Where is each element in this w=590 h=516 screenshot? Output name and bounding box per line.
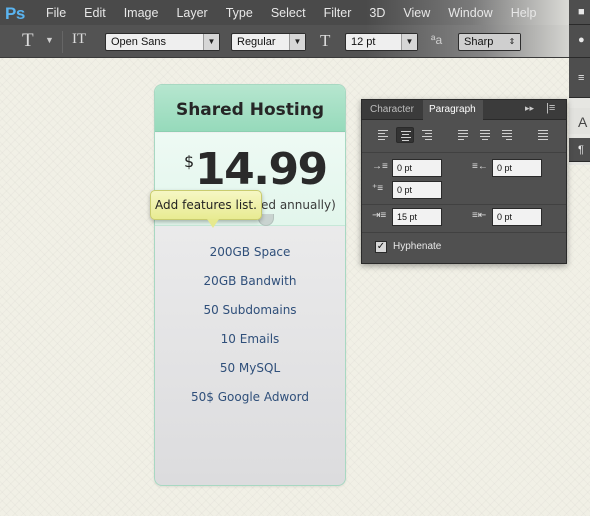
feature-list: 200GB Space 20GB Bandwith 50 Subdomains … (155, 245, 345, 419)
font-family-value: Open Sans (111, 36, 167, 48)
options-divider (62, 31, 63, 53)
align-left-button[interactable] (374, 127, 392, 143)
feature-item: 200GB Space (209, 245, 291, 259)
font-size-select[interactable]: 12 pt ▼ (345, 33, 418, 51)
chevron-down-icon: ▼ (401, 34, 417, 50)
panel-tabs: Character Paragraph ▸▸ |≡ (362, 100, 566, 120)
tool-preset-arrow-icon[interactable]: ▼ (45, 35, 54, 45)
layers-icon: ≡ (578, 72, 585, 84)
chevron-down-icon: ▼ (203, 34, 219, 50)
annotation-tooltip: Add features list. (150, 190, 262, 220)
indent-left-icon: →≡ (372, 161, 388, 172)
price-amount: 14.99 (195, 144, 328, 195)
checkmark-icon: ✓ (376, 241, 386, 252)
pricing-card: Shared Hosting $ 14.99 ed annually) 200G… (154, 84, 346, 486)
hyphenate-label: Hyphenate (393, 241, 442, 252)
card-header: Shared Hosting (155, 85, 345, 132)
type-tool-icon[interactable]: T (22, 30, 34, 52)
dock-button-2[interactable]: ● (569, 25, 590, 58)
menu-file[interactable]: File (46, 6, 66, 20)
indent-right-icon: ≡← (472, 161, 488, 172)
antialias-value: Sharp (464, 36, 494, 48)
menu-3d[interactable]: 3D (369, 6, 385, 20)
menu-image[interactable]: Image (124, 6, 159, 20)
plan-title: Shared Hosting (175, 100, 325, 120)
font-size-value: 12 pt (351, 36, 376, 48)
menu-items: File Edit Image Layer Type Select Filter… (46, 0, 554, 25)
tab-character[interactable]: Character (364, 100, 420, 120)
indent-first-line-field[interactable]: 0 pt (392, 181, 442, 199)
antialias-icon: ªa (431, 33, 443, 47)
hyphenate-checkbox[interactable]: ✓ (375, 241, 387, 253)
feature-item: 50$ Google Adword (191, 390, 309, 404)
dock-button-3[interactable]: ≡ (569, 58, 590, 98)
feature-item: 50 MySQL (219, 361, 281, 375)
menu-view[interactable]: View (403, 6, 430, 20)
info-icon: ● (578, 34, 585, 46)
menu-window[interactable]: Window (448, 6, 492, 20)
justify-last-left-button[interactable] (454, 127, 472, 143)
panel-divider (362, 204, 566, 205)
space-after-field[interactable]: 0 pt (492, 208, 542, 226)
dock-button-1[interactable]: ■ (569, 0, 590, 25)
align-center-button[interactable] (396, 127, 414, 143)
font-style-select[interactable]: Regular ▼ (231, 33, 306, 51)
menu-select[interactable]: Select (271, 6, 306, 20)
font-style-value: Regular (237, 36, 276, 48)
space-before-icon: ⇥≡ (372, 210, 387, 221)
text-orientation-icon[interactable]: IT (72, 31, 86, 48)
dock-label-area: A (569, 108, 590, 134)
paragraph-panel-icon: ¶ (578, 144, 584, 156)
panel-menu-icon[interactable]: |≡ (546, 102, 555, 114)
panel-divider (362, 152, 566, 153)
chevron-down-icon: ▼ (289, 34, 305, 50)
collapse-icon[interactable]: ▸▸ (525, 103, 534, 114)
feature-item: 20GB Bandwith (203, 274, 297, 288)
panel-divider (362, 232, 566, 233)
justify-last-right-button[interactable] (498, 127, 516, 143)
dock-button-4[interactable]: ¶ (569, 138, 590, 162)
space-before-field[interactable]: 15 pt (392, 208, 442, 226)
feature-item: 10 Emails (220, 332, 280, 346)
indent-left-field[interactable]: 0 pt (392, 159, 442, 177)
menu-edit[interactable]: Edit (84, 6, 106, 20)
justify-all-button[interactable] (534, 127, 552, 143)
feature-item: 50 Subdomains (203, 303, 297, 317)
justify-last-center-button[interactable] (476, 127, 494, 143)
align-right-button[interactable] (418, 127, 436, 143)
photoshop-logo[interactable]: Ps (5, 4, 25, 24)
paragraph-panel: Character Paragraph ▸▸ |≡ →≡ 0 pt ≡← 0 p… (361, 99, 567, 264)
character-panel-icon[interactable]: A (578, 114, 587, 130)
font-family-select[interactable]: Open Sans ▼ (105, 33, 220, 51)
indent-first-line-icon: ⁺≡ (372, 183, 384, 194)
stepper-icon: ⇕ (504, 34, 520, 50)
menu-filter[interactable]: Filter (324, 6, 352, 20)
cube-icon: ■ (578, 6, 585, 18)
tab-paragraph[interactable]: Paragraph (423, 100, 483, 120)
currency-symbol: $ (184, 152, 195, 171)
billing-period: ed annually) (261, 198, 336, 212)
right-panel-dock: ■ ● ≡ A ¶ (569, 0, 590, 165)
menu-bar: Ps File Edit Image Layer Type Select Fil… (0, 0, 590, 25)
indent-right-field[interactable]: 0 pt (492, 159, 542, 177)
menu-layer[interactable]: Layer (176, 6, 207, 20)
tooltip-pointer (207, 219, 219, 228)
font-size-icon: T (320, 31, 331, 50)
antialias-select[interactable]: Sharp ⇕ (458, 33, 521, 51)
menu-help[interactable]: Help (511, 6, 537, 20)
options-bar: T ▼ IT Open Sans ▼ Regular ▼ T 12 pt ▼ ª… (0, 25, 590, 58)
space-after-icon: ≡⇤ (472, 210, 487, 221)
menu-type[interactable]: Type (226, 6, 253, 20)
